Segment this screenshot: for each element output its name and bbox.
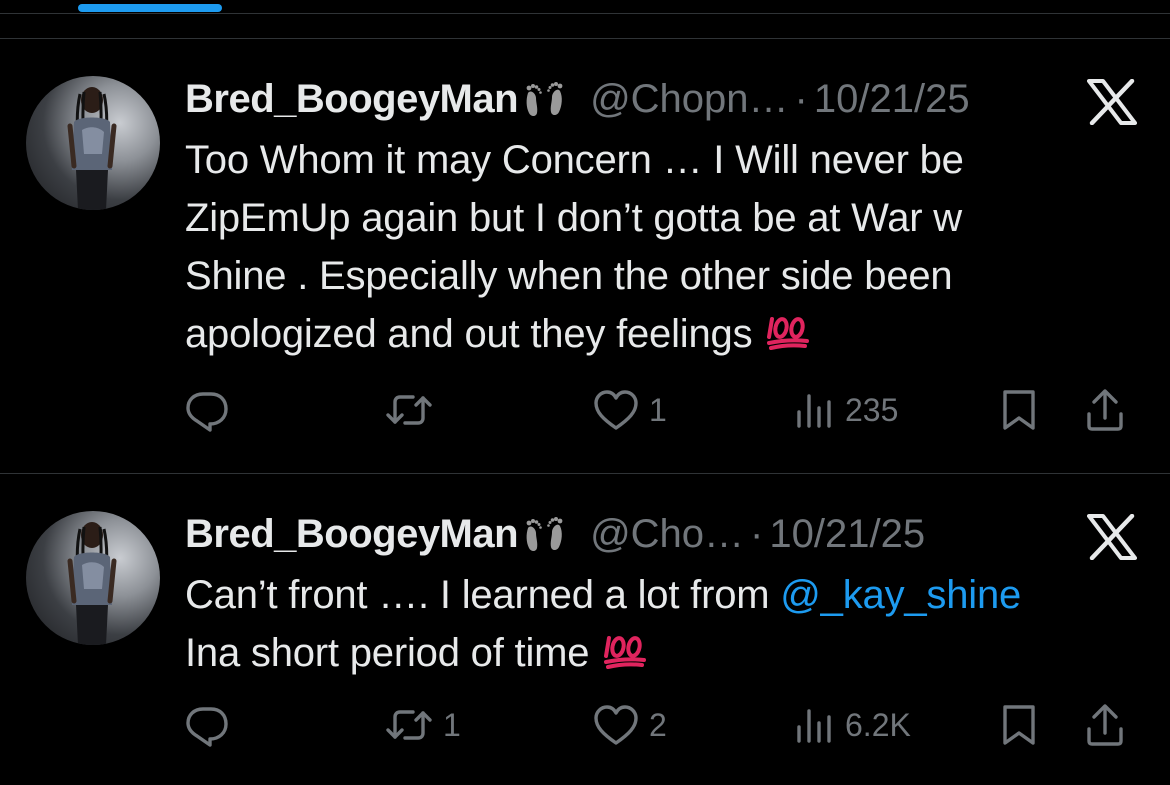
avatar-photo-icon	[64, 517, 120, 645]
tweet-header: Bred_BoogeyMan @Chopn… · 10/21/25	[185, 75, 970, 123]
tweet-text-line: Shine . Especially when the other side b…	[185, 254, 953, 298]
like-count: 1	[649, 391, 667, 428]
heart-icon	[593, 389, 639, 431]
views-icon	[795, 705, 835, 745]
share-button[interactable]	[1085, 700, 1125, 750]
reply-icon	[185, 388, 229, 432]
separator-dot: ·	[750, 512, 764, 556]
footprints-icon	[520, 79, 572, 119]
bookmark-icon	[1001, 388, 1037, 432]
reply-icon	[185, 703, 229, 747]
display-name[interactable]: Bred_BoogeyMan	[185, 510, 519, 558]
x-logo-icon	[1087, 514, 1137, 560]
separator-dot: ·	[794, 77, 808, 121]
tweet-actions: 1 2 6.2K	[185, 700, 1140, 750]
like-count: 2	[649, 706, 667, 743]
heart-icon	[593, 704, 639, 746]
share-button[interactable]	[1085, 385, 1125, 435]
bookmark-button[interactable]	[1001, 700, 1037, 750]
views-button[interactable]: 6.2K	[795, 700, 911, 750]
views-button[interactable]: 235	[795, 385, 898, 435]
active-tab-indicator	[78, 4, 222, 12]
tweet-text-line: Too Whom it may Concern … I Will never b…	[185, 138, 964, 182]
mention-link[interactable]: @_kay_shine	[780, 573, 1021, 617]
views-icon	[795, 390, 835, 430]
tweet-text-segment: Ina short period of time	[185, 631, 590, 675]
display-name[interactable]: Bred_BoogeyMan	[185, 75, 519, 123]
tweet[interactable]: Bred_BoogeyMan @Cho… · 10/21/25 Can’t fr…	[0, 474, 1170, 785]
tweet-text-line: Can’t front …. I learned a lot from @_ka…	[185, 566, 1125, 624]
tweet-actions: 1 235	[185, 385, 1140, 435]
user-handle[interactable]: @Chopn…	[590, 75, 788, 123]
view-count: 235	[845, 391, 899, 428]
tweet-text-line-last: Ina short period of time	[185, 624, 1125, 682]
tweet-header: Bred_BoogeyMan @Cho… · 10/21/25	[185, 510, 925, 558]
tweet-text-line: apologized and out they feelings	[185, 312, 753, 356]
repost-count: 1	[443, 706, 461, 743]
x-logo-icon	[1087, 79, 1137, 125]
bookmark-button[interactable]	[1001, 385, 1037, 435]
tweet-text-line: ZipEmUp again but I don’t gotta be at Wa…	[185, 196, 962, 240]
tweet-text: Too Whom it may Concern … I Will never b…	[185, 131, 1125, 363]
share-icon	[1085, 703, 1125, 747]
avatar-photo-icon	[64, 82, 120, 210]
avatar[interactable]	[26, 511, 160, 645]
repost-button[interactable]	[385, 385, 443, 435]
tweet-text: Can’t front …. I learned a lot from @_ka…	[185, 566, 1125, 682]
reply-button[interactable]	[185, 700, 239, 750]
repost-button[interactable]: 1	[385, 700, 461, 750]
tweet[interactable]: Bred_BoogeyMan @Chopn… · 10/21/25 Too Wh…	[0, 39, 1170, 474]
tweet-text-segment: Can’t front …. I learned a lot from	[185, 573, 781, 617]
tweet-text-line-last: apologized and out they feelings	[185, 305, 1125, 363]
hundred-points-icon	[766, 311, 810, 351]
footprints-icon	[520, 514, 572, 554]
share-icon	[1085, 388, 1125, 432]
repost-icon	[385, 705, 433, 745]
avatar[interactable]	[26, 76, 160, 210]
reply-button[interactable]	[185, 385, 239, 435]
repost-icon	[385, 390, 433, 430]
tab-bar-divider	[0, 13, 1170, 14]
user-handle[interactable]: @Cho…	[590, 510, 744, 558]
hundred-points-icon	[603, 630, 647, 670]
tweet-date[interactable]: 10/21/25	[814, 75, 970, 123]
like-button[interactable]: 1	[593, 385, 667, 435]
tweet-date[interactable]: 10/21/25	[769, 510, 925, 558]
view-count: 6.2K	[845, 706, 911, 743]
bookmark-icon	[1001, 703, 1037, 747]
like-button[interactable]: 2	[593, 700, 667, 750]
